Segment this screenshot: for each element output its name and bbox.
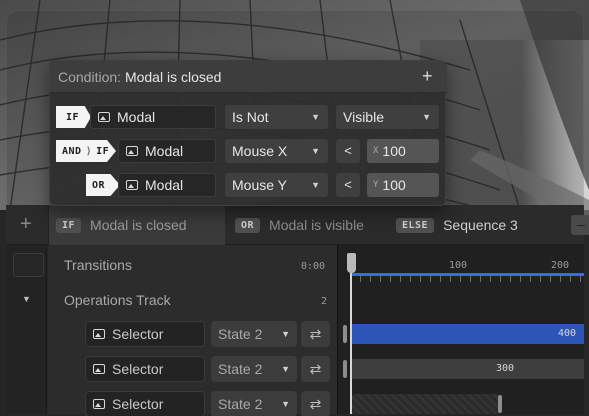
swap-button[interactable]: ⇄ [301,321,330,347]
transitions-track-label[interactable]: Transitions [64,257,132,273]
if-badge: IF [56,217,82,233]
target-label: Modal [145,177,184,193]
operations-count: 2 [321,296,328,307]
target-field[interactable]: Modal [118,173,216,197]
tab-modal-is-visible[interactable]: OR Modal is visible [235,215,364,235]
state-dropdown[interactable]: State 2 ▼ [211,391,297,416]
number-input[interactable]: X 100 [367,139,439,163]
swap-button[interactable]: ⇄ [301,391,330,416]
track-list: Transitions 0:00 Operations Track 2 Sele… [48,245,337,416]
target-label: Modal [145,143,184,159]
selector-target-field[interactable]: Selector [85,356,205,382]
or-operator-tag[interactable]: OR [86,174,120,196]
image-icon [93,364,105,374]
compare-operator-button[interactable]: < [336,139,360,163]
image-icon [93,399,105,409]
else-badge: ELSE [396,217,435,233]
swap-icon: ⇄ [309,361,322,377]
target-field[interactable]: Modal [118,139,216,163]
popover-title: Condition: Modal is closed [58,69,221,85]
transitions-time: 0:00 [301,261,326,272]
gutter-slot[interactable] [13,253,44,277]
chevron-down-icon: ▼ [281,399,290,409]
title-value: Modal is closed [124,69,222,85]
ruler-tick-label: 100 [449,260,468,271]
timeline-bar[interactable]: 300 [350,359,584,379]
timeline-bar[interactable]: 400 [350,324,584,344]
image-icon [93,329,105,339]
selector-label: Selector [112,361,164,377]
number-value: 100 [382,143,406,159]
bar-handle[interactable] [343,360,347,378]
bar-handle[interactable] [343,325,347,343]
swap-icon: ⇄ [309,326,322,342]
compare-operator-button[interactable]: < [336,173,360,197]
axis-label: X [373,146,379,156]
selector-target-field[interactable]: Selector [85,321,205,347]
or-badge: OR [235,217,261,233]
state-dropdown[interactable]: State 2 ▼ [211,321,297,347]
condition-popover: Condition: Modal is closed + IF Modal Is… [49,60,447,206]
bar-handle[interactable] [498,395,502,413]
state-dropdown[interactable]: State 2 ▼ [211,356,297,382]
tab-label: Sequence 3 [443,217,518,233]
property-value: Mouse Y [232,177,287,193]
selector-label: Selector [112,396,164,412]
tab-overflow-button[interactable]: – [571,215,589,235]
chevron-down-icon: ▼ [281,364,290,374]
timeline-bar-empty[interactable] [350,394,500,414]
property-dropdown[interactable]: Mouse X ▼ [225,139,328,163]
number-input[interactable]: Y 100 [367,173,439,197]
plus-icon[interactable]: + [422,66,433,86]
swap-button[interactable]: ⇄ [301,356,330,382]
playhead-handle[interactable] [347,253,356,273]
if-label: IF [96,145,110,157]
comparison-value: Is Not [232,109,269,125]
chevron-down-icon: ▼ [281,329,290,339]
swap-icon: ⇄ [309,396,322,412]
selector-label: Selector [112,326,164,342]
image-icon [98,112,110,122]
target-label: Modal [117,109,156,125]
chevron-down-icon: ▼ [311,180,320,190]
tab-modal-is-closed[interactable]: IF Modal is closed [56,215,187,235]
playhead-line [350,273,352,414]
title-key: Condition: [58,69,122,85]
add-sequence-button[interactable]: + [20,214,32,234]
axis-label: Y [373,180,379,190]
tab-sequence-3[interactable]: ELSE Sequence 3 [396,215,518,235]
chevron-down-icon: ▼ [422,112,431,122]
timeline-area[interactable]: 100 200 400 300 [337,245,584,414]
operator-label: OR [92,179,106,191]
tab-label: Modal is closed [90,217,187,233]
state-value: State 2 [218,396,263,412]
ruler-ticks [350,276,584,282]
operations-track-label[interactable]: Operations Track [64,292,171,308]
selector-target-field[interactable]: Selector [85,391,205,416]
if-operator-tag[interactable]: IF [56,106,92,128]
number-value: 100 [382,177,406,193]
popover-header: Condition: Modal is closed + [50,61,447,93]
comparison-dropdown[interactable]: Is Not ▼ [225,105,328,129]
left-gutter: ▼ [6,245,47,414]
image-icon [126,180,138,190]
target-field[interactable]: Modal [90,105,216,129]
chevron-down-icon: ▼ [311,112,320,122]
value-dropdown[interactable]: Visible ▼ [336,105,439,129]
sequence-tab-bar: + IF Modal is closed OR Modal is visible… [6,205,589,245]
ruler-tick-label: 200 [551,260,570,271]
value-label: Visible [343,109,384,125]
and-label: AND [62,145,82,157]
state-value: State 2 [218,326,263,342]
property-value: Mouse X [232,143,288,159]
chevron-down-icon: ▼ [311,146,320,156]
operator-label: IF [66,111,80,123]
chevron-down-icon[interactable]: ▼ [22,294,31,304]
state-value: State 2 [218,361,263,377]
image-icon [126,146,138,156]
property-dropdown[interactable]: Mouse Y ▼ [225,173,328,197]
and-if-operator-tag[interactable]: AND ⟩ IF [56,140,116,162]
tab-label: Modal is visible [269,217,364,233]
